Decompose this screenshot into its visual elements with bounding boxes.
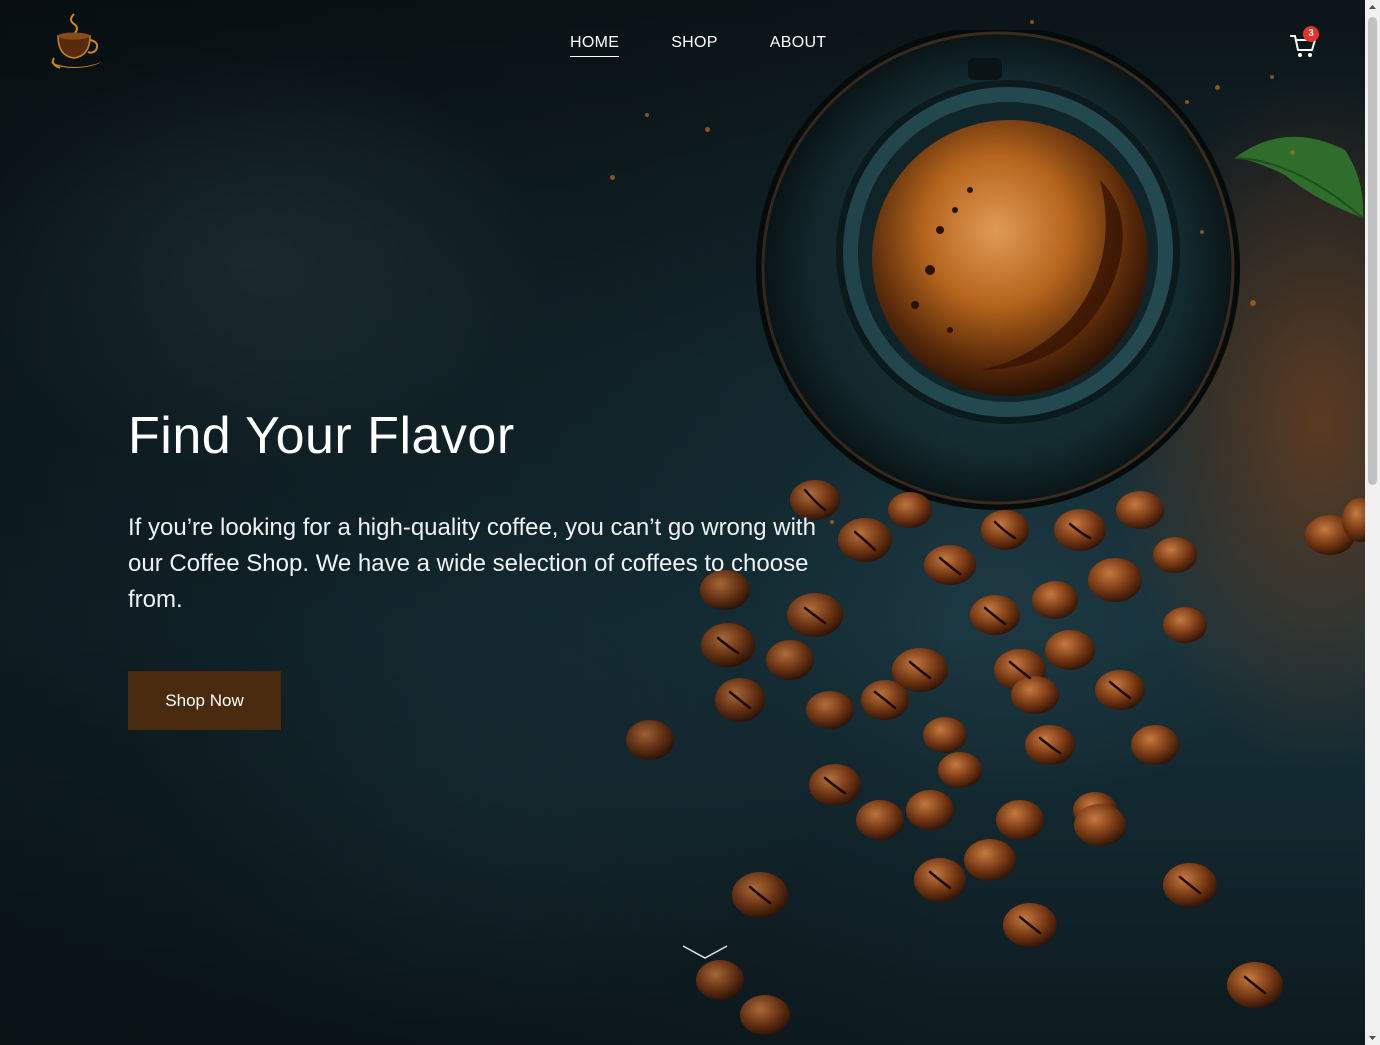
coffee-speck bbox=[1290, 150, 1295, 155]
coffee-speck bbox=[1270, 75, 1274, 79]
scroll-up-icon[interactable] bbox=[1365, 0, 1380, 15]
cart-count-badge: 3 bbox=[1303, 26, 1319, 42]
coffee-speck bbox=[1185, 100, 1189, 104]
coffee-speck bbox=[705, 127, 710, 132]
hero-title: Find Your Flavor bbox=[128, 407, 515, 465]
scroll-down-icon[interactable] bbox=[1365, 1030, 1380, 1045]
scrollbar-thumb[interactable] bbox=[1368, 17, 1377, 485]
coffee-cup-logo[interactable] bbox=[46, 12, 106, 74]
scrollbar[interactable] bbox=[1365, 0, 1380, 1045]
main-nav: HOME SHOP ABOUT bbox=[570, 34, 826, 57]
coffee-speck bbox=[1200, 230, 1204, 234]
coffee-speck bbox=[1250, 300, 1256, 306]
cart-button[interactable]: 3 bbox=[1289, 26, 1319, 60]
hero-description: If you’re looking for a high-quality cof… bbox=[128, 514, 816, 613]
nav-shop-link[interactable]: SHOP bbox=[671, 34, 718, 57]
chevron-down-icon[interactable] bbox=[681, 942, 729, 962]
coffee-speck bbox=[610, 175, 615, 180]
coffee-speck bbox=[1215, 85, 1220, 90]
nav-home-link[interactable]: HOME bbox=[570, 34, 620, 57]
shop-now-button[interactable]: Shop Now bbox=[128, 671, 281, 730]
coffee-speck bbox=[645, 113, 649, 117]
coffee-speck bbox=[1030, 20, 1034, 24]
nav-about-link[interactable]: ABOUT bbox=[770, 34, 827, 57]
